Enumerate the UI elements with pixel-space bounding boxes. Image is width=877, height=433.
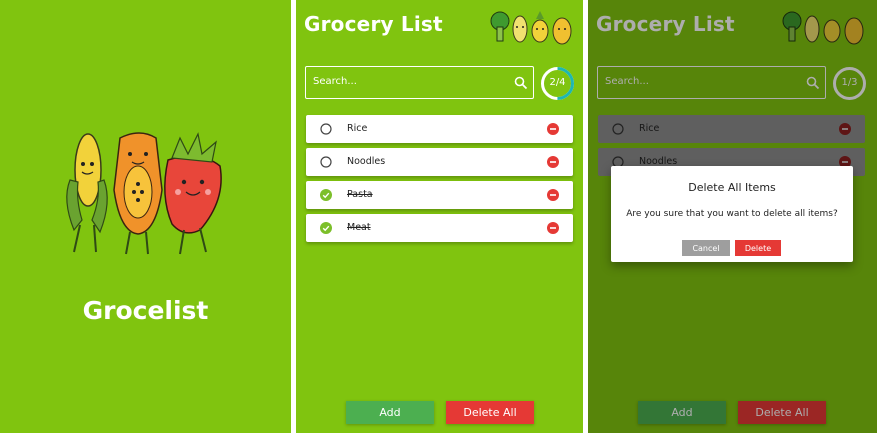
delete-all-dialog: Delete All Items Are you sure that you w… (611, 166, 853, 262)
radio-unchecked-icon[interactable] (320, 123, 332, 135)
grocery-list-screen: Grocery List Search... 2/4 Rice Noodles (296, 0, 583, 433)
remove-icon[interactable] (547, 156, 559, 168)
app-name: Grocelist (82, 296, 209, 325)
item-label: Pasta (347, 189, 373, 200)
cancel-button[interactable]: Cancel (682, 240, 730, 256)
item-label: Meat (347, 222, 371, 233)
check-circle-icon[interactable] (320, 189, 332, 201)
list-item[interactable]: Meat (306, 214, 573, 242)
remove-icon[interactable] (547, 189, 559, 201)
search-placeholder: Search... (313, 76, 357, 87)
list-item[interactable]: Noodles (306, 148, 573, 176)
item-label: Noodles (347, 156, 386, 167)
search-input[interactable]: Search... (305, 66, 534, 99)
check-circle-icon[interactable] (320, 222, 332, 234)
fruit-mascots-illustration (66, 132, 222, 255)
remove-icon[interactable] (547, 222, 559, 234)
vegetable-mascots-icon (490, 11, 572, 45)
radio-unchecked-icon[interactable] (320, 156, 332, 168)
progress-ring: 2/4 (540, 66, 575, 101)
dialog-title: Delete All Items (688, 181, 776, 194)
item-label: Rice (347, 123, 368, 134)
list-item[interactable]: Rice (306, 115, 573, 143)
search-icon[interactable] (514, 76, 528, 90)
strawberry-mascot (164, 132, 222, 255)
splash-screen: Grocelist (0, 0, 291, 433)
delete-dialog-screen: Grocery List Search... 1/3 Rice Noodles … (588, 0, 877, 433)
add-button[interactable]: Add (346, 401, 434, 424)
delete-all-button[interactable]: Delete All (446, 401, 534, 424)
page-title: Grocery List (304, 12, 443, 36)
corn-mascot (66, 133, 108, 253)
list-item[interactable]: Pasta (306, 181, 573, 209)
confirm-delete-button[interactable]: Delete (735, 240, 781, 256)
progress-count: 2/4 (549, 77, 566, 88)
dialog-message: Are you sure that you want to delete all… (626, 209, 838, 219)
remove-icon[interactable] (547, 123, 559, 135)
papaya-mascot (113, 132, 163, 255)
